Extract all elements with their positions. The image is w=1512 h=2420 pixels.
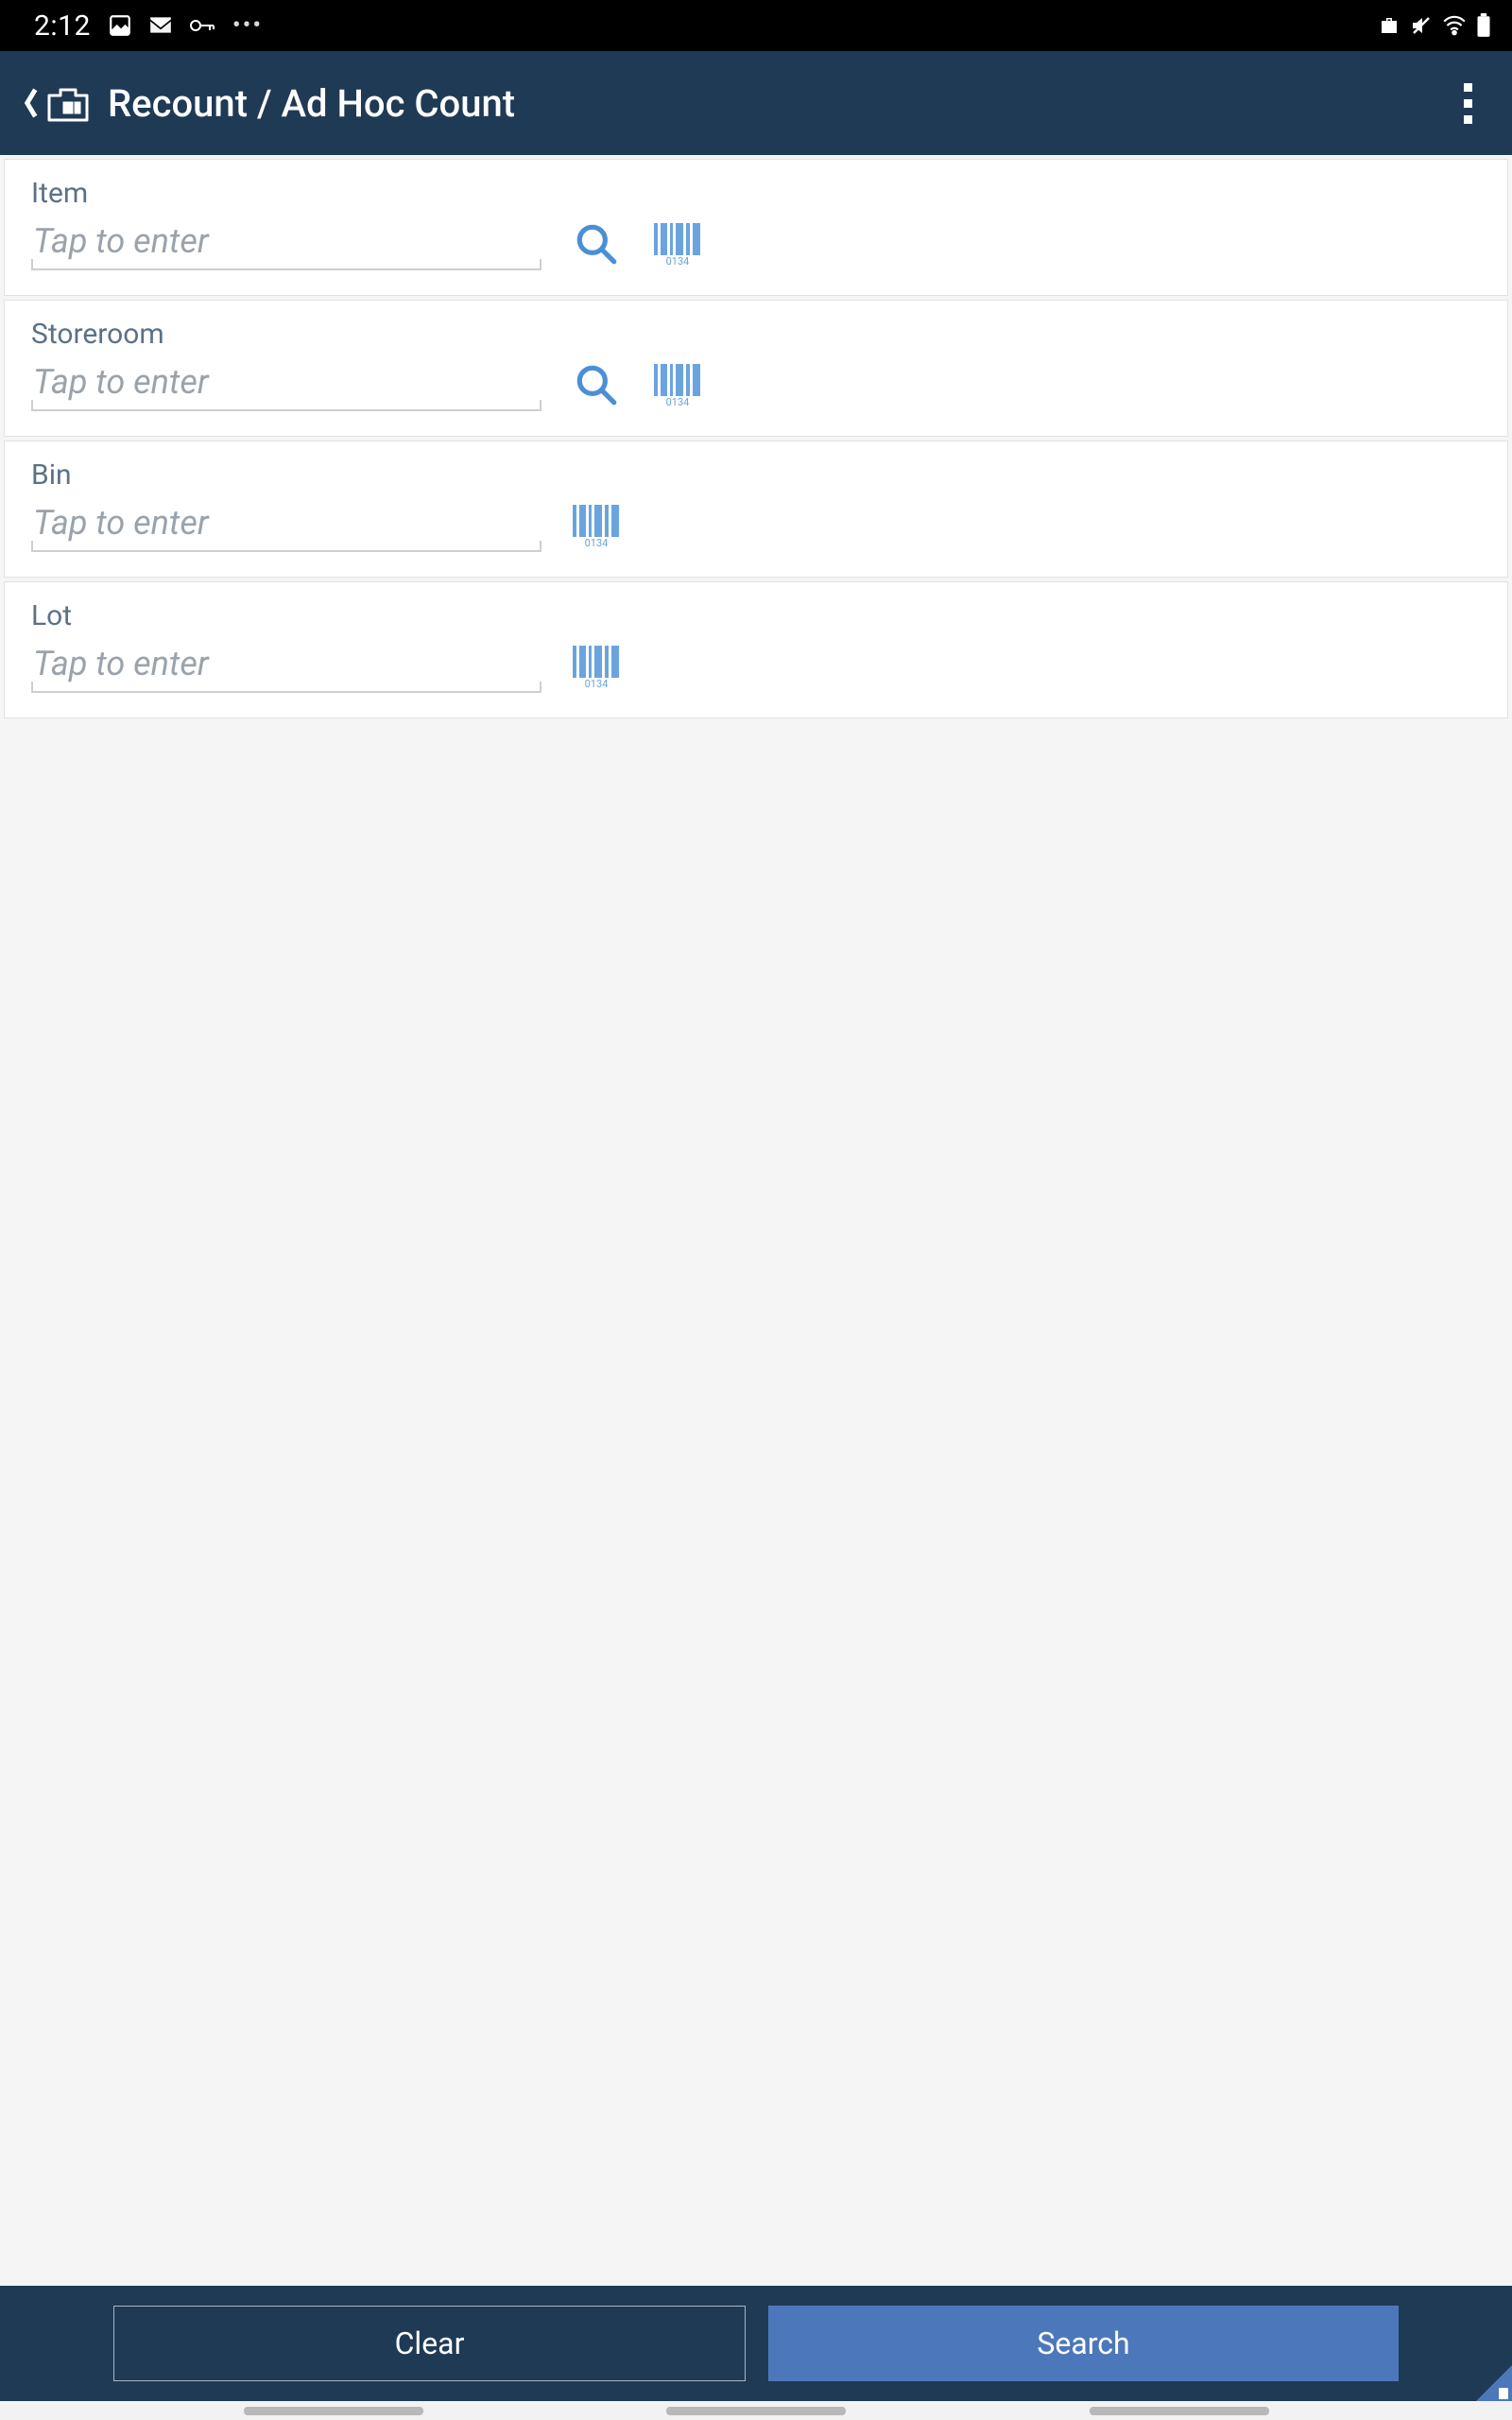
dot-icon [1464,115,1472,124]
footer-bar: Clear Search [0,2286,1512,2401]
nav-back-button[interactable] [1090,2407,1269,2415]
mute-icon [1410,14,1433,37]
storeroom-input[interactable] [31,358,541,411]
item-input[interactable] [31,217,541,270]
search-icon [573,220,620,268]
mail-icon [147,13,174,38]
bin-label: Bin [31,458,1481,492]
field-storeroom: Storeroom 0134 [4,300,1508,437]
app-bar: Recount / Ad Hoc Count [0,51,1512,155]
clear-button[interactable]: Clear [113,2306,746,2381]
lot-input[interactable] [31,640,541,693]
svg-text:0134: 0134 [666,255,690,267]
system-nav-bar [0,2401,1512,2420]
bin-input[interactable] [31,499,541,552]
barcode-icon: 0134 [652,362,703,407]
storeroom-barcode-button[interactable]: 0134 [651,358,704,411]
svg-text:0134: 0134 [666,396,690,407]
status-left: 2:12 ••• [34,9,263,43]
page-title: Recount / Ad Hoc Count [108,81,515,126]
item-lookup-button[interactable] [570,217,623,270]
dot-icon [1464,83,1472,92]
corner-badge-icon [1474,2365,1512,2403]
barcode-icon: 0134 [571,503,622,548]
status-notification-icons: ••• [108,11,263,40]
search-button[interactable]: Search [768,2306,1399,2381]
chevron-left-icon [23,87,40,119]
storeroom-label: Storeroom [31,318,1481,351]
bin-barcode-button[interactable]: 0134 [570,499,623,552]
battery-icon [1476,13,1491,38]
back-button[interactable] [19,77,94,130]
search-icon [573,361,620,408]
storeroom-lookup-button[interactable] [570,358,623,411]
barcode-icon: 0134 [571,644,622,689]
item-barcode-button[interactable]: 0134 [651,217,704,270]
image-icon [108,13,132,38]
field-bin: Bin 0134 [4,441,1508,578]
overflow-menu-button[interactable] [1451,74,1486,133]
field-item: Item 0134 [4,159,1508,296]
lot-label: Lot [31,599,1481,632]
form-area: Item 0134 Storeroom [0,155,1512,718]
svg-text:0134: 0134 [585,678,609,689]
more-notifications-icon: ••• [232,11,263,40]
field-lot: Lot 0134 [4,581,1508,718]
key-icon [189,17,217,34]
system-status-bar: 2:12 ••• [0,0,1512,51]
status-time: 2:12 [34,9,91,43]
dot-icon [1464,99,1472,108]
svg-text:0134: 0134 [585,537,609,548]
status-right [1378,13,1491,38]
lot-barcode-button[interactable]: 0134 [570,640,623,693]
item-label: Item [31,177,1481,210]
wifi-icon [1442,15,1467,36]
briefcase-app-icon [45,82,91,124]
nav-recent-button[interactable] [244,2407,423,2415]
nav-home-button[interactable] [666,2407,846,2415]
briefcase-icon [1378,14,1400,37]
barcode-icon: 0134 [652,221,703,267]
